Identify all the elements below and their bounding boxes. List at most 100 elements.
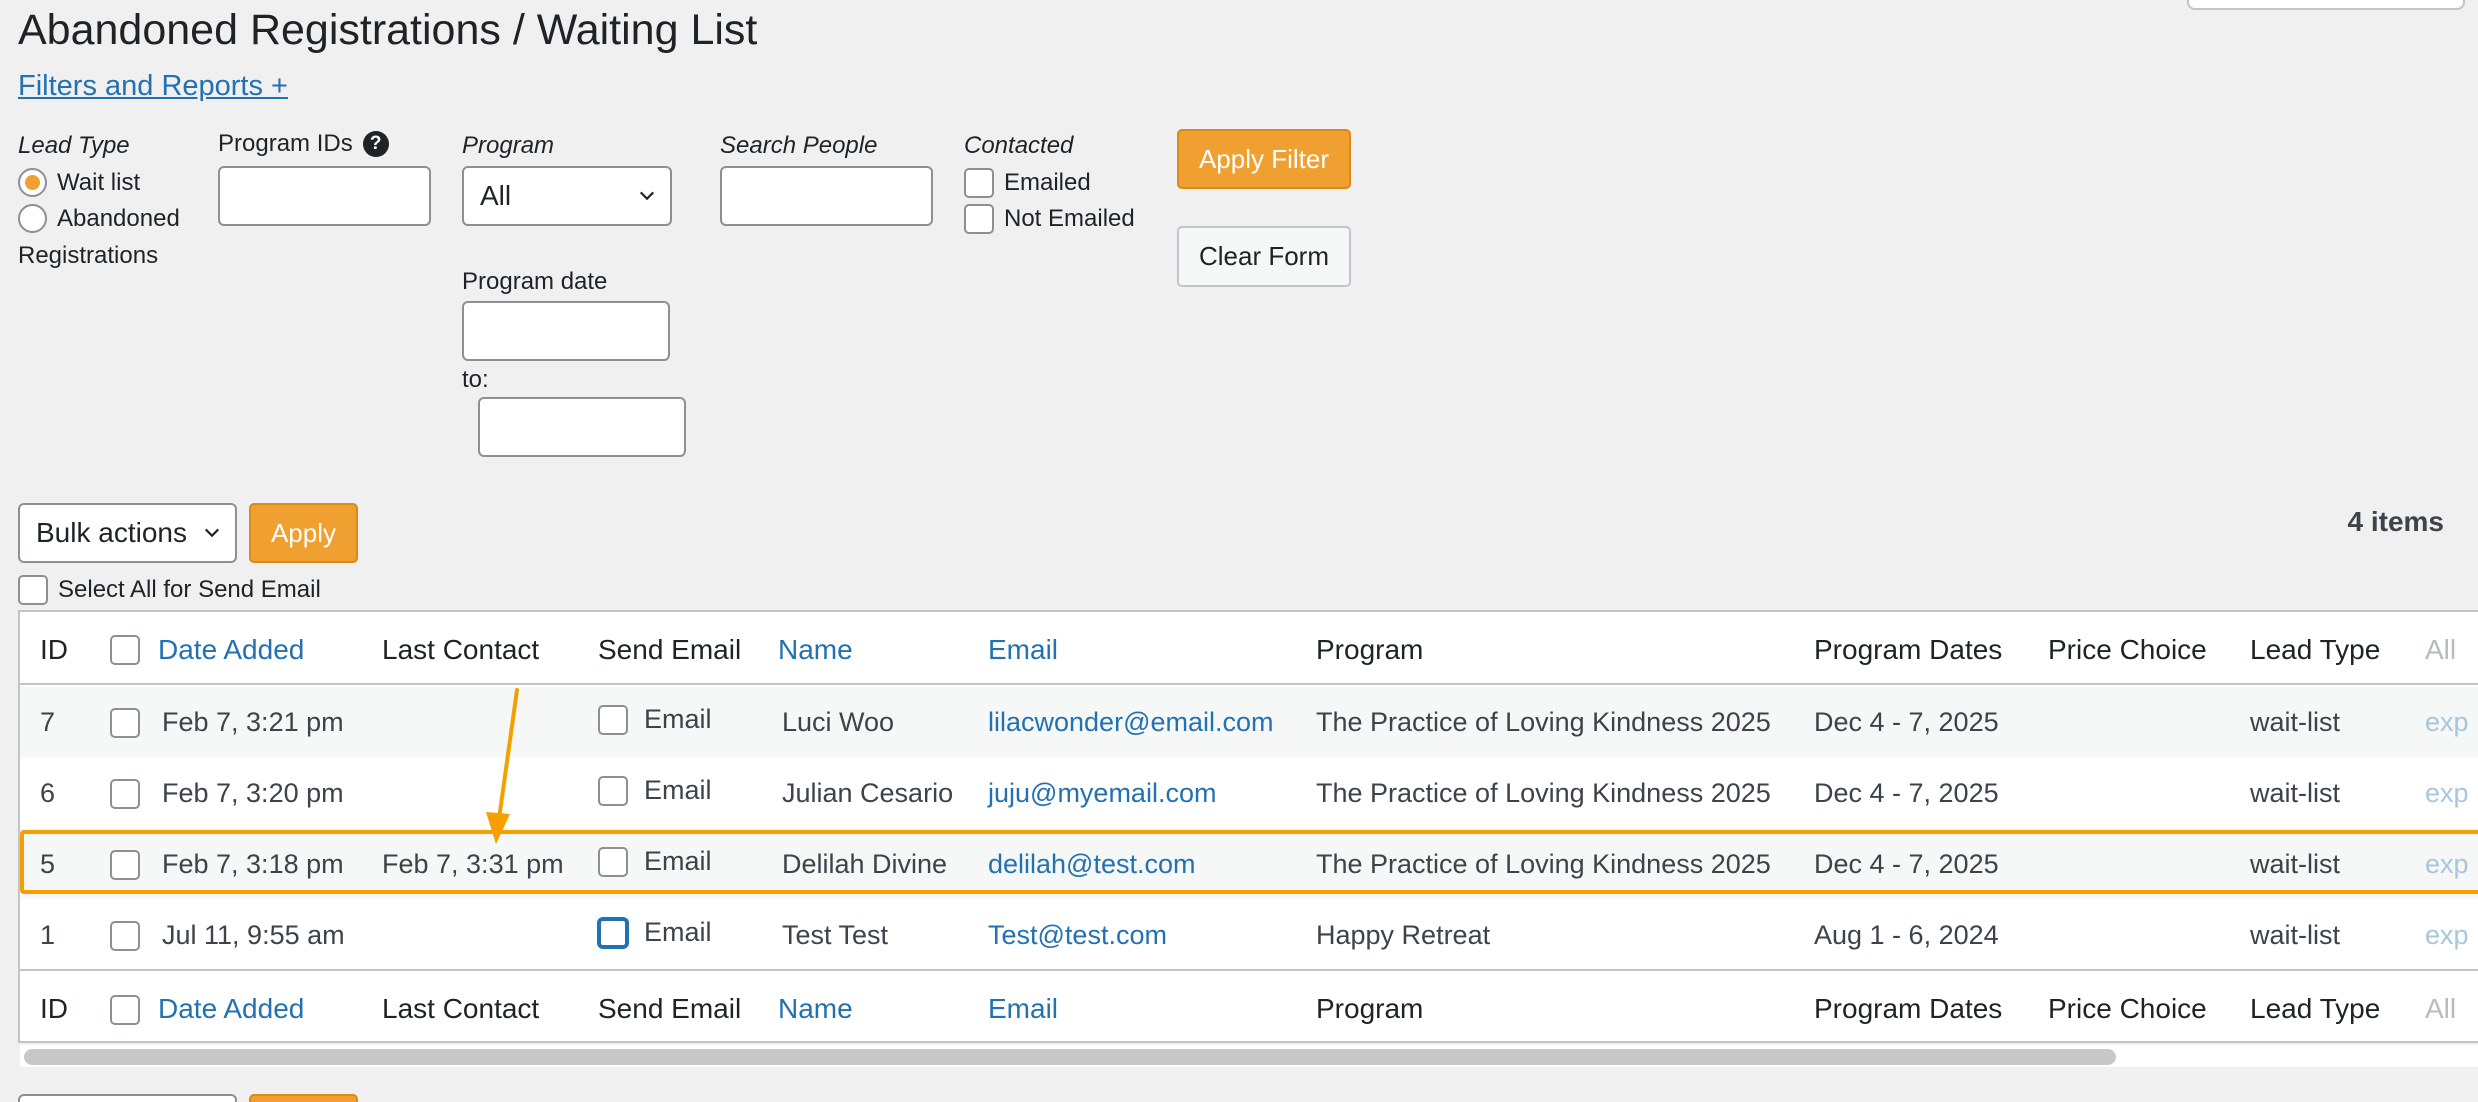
program-date-to-input[interactable] bbox=[478, 397, 686, 457]
lead-type-label: Lead Type bbox=[18, 132, 130, 159]
col-name[interactable]: Name bbox=[778, 993, 853, 1025]
row-extra-link[interactable]: exp bbox=[2425, 920, 2469, 951]
abandoned-label: Abandoned bbox=[57, 204, 180, 232]
search-people-input[interactable] bbox=[720, 166, 933, 226]
emailed-checkbox[interactable] bbox=[964, 168, 994, 198]
row-id: 7 bbox=[40, 707, 56, 737]
col-send-email: Send Email bbox=[598, 993, 742, 1024]
row-lead-type: wait-list bbox=[2250, 707, 2341, 737]
col-date-added[interactable]: Date Added bbox=[158, 634, 304, 666]
row-id: 1 bbox=[40, 920, 56, 950]
row-extra-link[interactable]: exp bbox=[2425, 849, 2469, 880]
program-ids-label: Program IDs bbox=[218, 130, 353, 157]
row-program: The Practice of Loving Kindness 2025 bbox=[1316, 707, 1771, 737]
row-send-email[interactable]: Email bbox=[598, 917, 712, 948]
send-email-checkbox[interactable] bbox=[598, 704, 628, 735]
table-footer-row: ID Date Added Last Contact Send Email Na… bbox=[20, 973, 2478, 1041]
row-lead-type: wait-list bbox=[2250, 849, 2341, 879]
row-checkbox[interactable] bbox=[110, 708, 140, 738]
program-ids-input[interactable] bbox=[218, 166, 431, 226]
table-row: 6 Feb 7, 3:20 pm Email Julian Cesario ju… bbox=[20, 757, 2478, 829]
row-checkbox[interactable] bbox=[110, 850, 140, 880]
annotation-arrow-icon bbox=[486, 688, 519, 844]
registrations-table: ID Date Added Last Contact Send Email Na… bbox=[18, 610, 2478, 1043]
wait-list-radio[interactable] bbox=[18, 168, 47, 197]
contacted-emailed[interactable]: Emailed bbox=[964, 168, 1091, 198]
filters-and-reports-link[interactable]: Filters and Reports + bbox=[18, 70, 288, 103]
row-program-dates: Aug 1 - 6, 2024 bbox=[1814, 920, 1999, 950]
send-email-checkbox[interactable] bbox=[598, 846, 628, 877]
row-date-added: Jul 11, 9:55 am bbox=[162, 920, 345, 950]
not-emailed-checkbox[interactable] bbox=[964, 204, 994, 234]
abandoned-radio[interactable] bbox=[18, 204, 47, 233]
send-email-checkbox[interactable] bbox=[598, 775, 628, 806]
row-email-link[interactable]: juju@myemail.com bbox=[988, 778, 1216, 809]
horizontal-scrollbar-thumb[interactable] bbox=[24, 1049, 2116, 1065]
row-program-dates: Dec 4 - 7, 2025 bbox=[1814, 778, 1999, 808]
page-title: Abandoned Registrations / Waiting List bbox=[18, 6, 758, 54]
row-extra-link[interactable]: exp bbox=[2425, 778, 2469, 809]
row-email-link[interactable]: delilah@test.com bbox=[988, 849, 1196, 880]
header-checkbox[interactable] bbox=[110, 635, 140, 665]
col-program: Program bbox=[1316, 634, 1424, 665]
bulk-actions-select-bottom[interactable] bbox=[18, 1094, 237, 1102]
row-program: The Practice of Loving Kindness 2025 bbox=[1316, 778, 1771, 808]
row-extra-link[interactable]: exp bbox=[2425, 707, 2469, 738]
row-send-email[interactable]: Email bbox=[598, 846, 712, 877]
col-send-email: Send Email bbox=[598, 634, 742, 665]
row-date-added: Feb 7, 3:20 pm bbox=[162, 778, 344, 808]
abandoned-label-line2: Registrations bbox=[18, 242, 159, 269]
col-id: ID bbox=[40, 993, 68, 1024]
col-last-contact: Last Contact bbox=[382, 993, 540, 1024]
bulk-apply-button-bottom[interactable] bbox=[249, 1094, 358, 1102]
row-email-link[interactable]: lilacwonder@email.com bbox=[988, 707, 1274, 738]
help-icon[interactable]: ? bbox=[362, 131, 389, 157]
program-select-value: All bbox=[480, 180, 512, 211]
not-emailed-label: Not Emailed bbox=[1004, 205, 1135, 232]
clear-form-button[interactable]: Clear Form bbox=[1177, 226, 1351, 287]
row-send-email[interactable]: Email bbox=[598, 704, 712, 735]
col-date-added[interactable]: Date Added bbox=[158, 993, 304, 1025]
program-date-label: Program date bbox=[462, 268, 608, 295]
bulk-apply-button[interactable]: Apply bbox=[249, 503, 358, 563]
search-people-label: Search People bbox=[720, 132, 878, 159]
program-select[interactable]: All bbox=[462, 166, 672, 226]
program-date-to-label: to: bbox=[462, 366, 489, 393]
row-program: The Practice of Loving Kindness 2025 bbox=[1316, 849, 1771, 879]
footer-checkbox[interactable] bbox=[110, 995, 140, 1025]
col-lead-type: Lead Type bbox=[2250, 634, 2381, 665]
table-row: 1 Jul 11, 9:55 am Email Test Test Test@t… bbox=[20, 899, 2478, 971]
col-all: All bbox=[2425, 634, 2457, 665]
col-email[interactable]: Email bbox=[988, 634, 1058, 666]
col-program-dates: Program Dates bbox=[1814, 993, 2003, 1024]
row-send-email[interactable]: Email bbox=[598, 775, 712, 806]
row-name: Delilah Divine bbox=[782, 849, 948, 879]
apply-filter-button[interactable]: Apply Filter bbox=[1177, 129, 1351, 189]
send-email-label: Email bbox=[644, 917, 712, 947]
col-id: ID bbox=[40, 634, 68, 665]
send-email-label: Email bbox=[644, 775, 712, 805]
send-email-label: Email bbox=[644, 846, 712, 876]
col-name[interactable]: Name bbox=[778, 634, 853, 666]
row-id: 5 bbox=[40, 849, 56, 879]
row-checkbox[interactable] bbox=[110, 779, 140, 809]
top-right-control[interactable] bbox=[2187, 0, 2465, 10]
row-id: 6 bbox=[40, 778, 56, 808]
select-all-send-email[interactable]: Select All for Send Email bbox=[18, 575, 321, 605]
chevron-down-icon bbox=[639, 191, 655, 201]
row-email-link[interactable]: Test@test.com bbox=[988, 920, 1167, 951]
select-all-checkbox[interactable] bbox=[18, 575, 48, 605]
col-email[interactable]: Email bbox=[988, 993, 1058, 1025]
program-label: Program bbox=[462, 132, 555, 159]
table-header-row: ID Date Added Last Contact Send Email Na… bbox=[20, 612, 2478, 685]
bulk-actions-select[interactable]: Bulk actions bbox=[18, 503, 237, 563]
radio-wait-list[interactable]: Wait list bbox=[18, 168, 140, 197]
row-date-added: Feb 7, 3:18 pm bbox=[162, 849, 344, 879]
program-date-from-input[interactable] bbox=[462, 301, 670, 361]
send-email-checkbox[interactable] bbox=[598, 917, 628, 948]
wait-list-label: Wait list bbox=[57, 168, 141, 196]
row-program: Happy Retreat bbox=[1316, 920, 1491, 950]
contacted-not-emailed[interactable]: Not Emailed bbox=[964, 204, 1135, 234]
radio-abandoned[interactable]: Abandoned bbox=[18, 204, 180, 233]
row-checkbox[interactable] bbox=[110, 921, 140, 951]
